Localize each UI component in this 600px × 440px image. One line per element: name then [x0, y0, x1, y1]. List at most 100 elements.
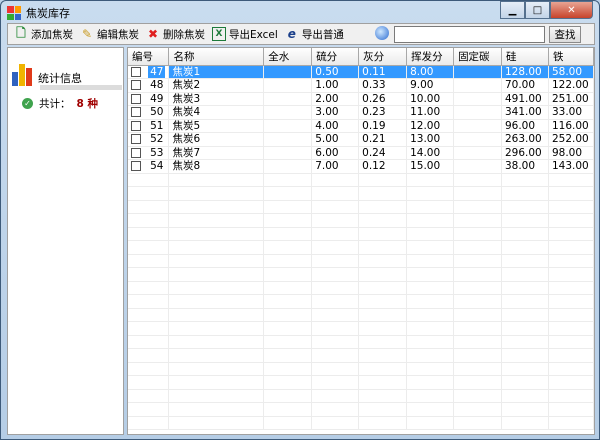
table-cell: 70.00: [501, 78, 549, 93]
cell-id: 48: [150, 79, 164, 92]
table-cell: [263, 65, 313, 79]
table-cell: 58.00: [548, 65, 594, 79]
table-cell: 焦炭4: [168, 105, 265, 120]
table-row[interactable]: 50 焦炭4 3.00 0.23 11.00 341.00 33.00: [128, 105, 594, 120]
column-header[interactable]: 铁: [548, 48, 594, 66]
table-row[interactable]: 47 焦炭1 0.50 0.11 8.00 128.00 58.00: [128, 65, 594, 79]
table-cell: 263.00: [501, 132, 549, 147]
table-cell: [263, 146, 313, 160]
add-document-icon: 🗋: [16, 25, 26, 40]
empty-row: [128, 321, 594, 336]
maximize-button[interactable]: □: [525, 1, 550, 19]
cell-id: 54: [150, 160, 164, 173]
table-cell: 0.23: [358, 105, 408, 120]
coke-table: 编号 名称 全水 硫分 灰分 挥发分 固定碳硅铁 47 焦炭1 0.50 0.11 8.00 128.…: [127, 47, 595, 435]
table-cell: 焦炭3: [168, 92, 265, 106]
cell-id: 47: [148, 65, 166, 78]
row-checkbox[interactable]: [131, 107, 141, 118]
delete-x-icon: ✖: [147, 27, 159, 41]
table-cell: 128.00: [501, 65, 549, 79]
edit-coke-button[interactable]: ✎ 编辑焦炭: [80, 27, 139, 42]
table-cell: 33.00: [548, 105, 594, 120]
cell-id: 51: [150, 119, 164, 132]
row-checkbox[interactable]: [131, 80, 141, 91]
table-cell: [453, 78, 502, 93]
table-cell: 0.11: [358, 65, 408, 79]
add-coke-button[interactable]: 🗋 添加焦炭: [14, 25, 73, 42]
main-window: 焦炭库存 ▁ □ ✕ 🗋 添加焦炭 ✎ 编辑焦炭 ✖ 删除焦炭 X 导出Excel e导…: [0, 0, 600, 440]
table-cell: [263, 78, 313, 93]
table-cell: 341.00: [501, 105, 549, 120]
table-cell: 焦炭1: [168, 65, 265, 79]
search-input[interactable]: [394, 26, 545, 43]
empty-row: [128, 267, 594, 282]
table-cell: [263, 105, 313, 120]
export-plain-button[interactable]: e 导出普通: [285, 27, 344, 42]
table-cell: 焦炭6: [168, 132, 265, 147]
column-header[interactable]: 硅: [501, 48, 549, 66]
table-cell: 0.50: [311, 65, 360, 79]
column-header[interactable]: 名称: [168, 48, 265, 66]
find-button[interactable]: 查找: [549, 26, 581, 43]
window-title: 焦炭库存: [26, 7, 70, 20]
table-cell: 0.24: [358, 146, 408, 160]
row-checkbox[interactable]: [131, 134, 141, 145]
table-row[interactable]: 52 焦炭6 5.00 0.21 13.00 263.00 252.00: [128, 132, 594, 147]
table-cell: 143.00: [548, 159, 594, 174]
stat-info-item[interactable]: 统计信息: [12, 64, 82, 86]
close-button[interactable]: ✕: [550, 1, 593, 19]
table-cell: 7.00: [311, 159, 360, 174]
table-cell: 焦炭7: [168, 146, 265, 160]
table-cell: 491.00: [501, 92, 549, 106]
table-cell: 15.00: [406, 159, 455, 174]
export-excel-button[interactable]: X 导出Excel: [212, 27, 278, 42]
toolbar: 🗋 添加焦炭 ✎ 编辑焦炭 ✖ 删除焦炭 X 导出Excel e 导出普通 查找: [7, 23, 595, 45]
title-bar: 焦炭库存: [7, 5, 70, 21]
table-cell: [263, 159, 313, 174]
cell-id: 50: [150, 106, 164, 119]
table-cell: [453, 159, 502, 174]
delete-coke-button[interactable]: ✖ 删除焦炭: [146, 27, 205, 42]
table-row[interactable]: 54 焦炭8 7.00 0.12 15.00 38.00 143.00: [128, 159, 594, 174]
column-header[interactable]: 硫分: [311, 48, 360, 66]
empty-row: [128, 254, 594, 268]
table-cell: 1.00: [311, 78, 360, 93]
empty-row: [128, 186, 594, 201]
row-checkbox[interactable]: [131, 120, 141, 131]
table-cell: 焦炭5: [168, 119, 265, 133]
table-cell: 0.33: [358, 78, 408, 93]
table-row[interactable]: 49 焦炭3 2.00 0.26 10.00 491.00 251.00: [128, 92, 594, 106]
empty-row: [128, 335, 594, 349]
column-header[interactable]: 挥发分: [406, 48, 455, 66]
table-row[interactable]: 53 焦炭7 6.00 0.24 14.00 296.00 98.00: [128, 146, 594, 160]
cell-id: 52: [150, 133, 164, 146]
table-cell: 焦炭8: [168, 159, 265, 174]
column-header[interactable]: 编号: [128, 48, 170, 66]
empty-row: [128, 348, 594, 363]
empty-row: [128, 375, 594, 390]
excel-icon: X: [212, 27, 226, 41]
search-icon: [375, 26, 389, 40]
empty-row: [128, 416, 594, 430]
row-checkbox[interactable]: [131, 93, 141, 104]
table-cell: 0.26: [358, 92, 408, 106]
table-row[interactable]: 51 焦炭5 4.00 0.19 12.00 96.00 116.00: [128, 119, 594, 133]
table-row[interactable]: 48 焦炭2 1.00 0.33 9.00 70.00 122.00: [128, 78, 594, 93]
divider: [40, 85, 122, 90]
column-header[interactable]: 灰分: [358, 48, 408, 66]
table-cell: 9.00: [406, 78, 455, 93]
table-cell: 38.00: [501, 159, 549, 174]
row-checkbox[interactable]: [131, 147, 141, 158]
row-checkbox[interactable]: [131, 66, 141, 77]
bar-chart-icon: [12, 64, 32, 86]
table-cell: 13.00: [406, 132, 455, 147]
table-cell: 116.00: [548, 119, 594, 133]
column-header[interactable]: 固定碳: [453, 48, 502, 66]
row-checkbox[interactable]: [131, 161, 141, 172]
minimize-button[interactable]: ▁: [500, 1, 525, 19]
table-cell: [453, 132, 502, 147]
column-header[interactable]: 全水: [263, 48, 313, 66]
table-cell: [453, 92, 502, 106]
table-cell: 0.21: [358, 132, 408, 147]
empty-row: [128, 308, 594, 322]
